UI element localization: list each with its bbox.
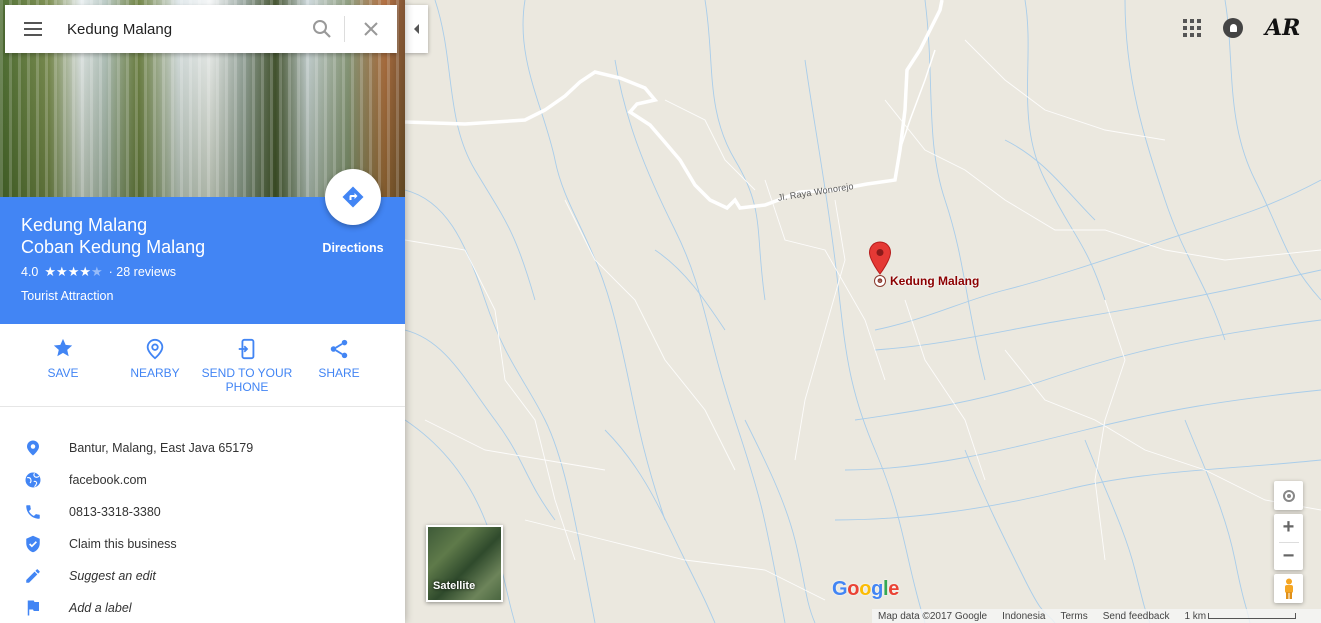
- map-canvas[interactable]: Jl. Raya Wonorejo ☻ Kedung Malang Satell…: [405, 0, 1321, 623]
- info-list: Bantur, Malang, East Java 65179 facebook…: [0, 432, 405, 623]
- suggest-edit-text: Suggest an edit: [69, 569, 156, 583]
- account-bar: AR: [1183, 14, 1300, 42]
- share-icon: [330, 339, 348, 359]
- send-to-phone-button[interactable]: SEND TO YOUR PHONE: [201, 337, 293, 394]
- notifications-icon[interactable]: [1223, 18, 1243, 38]
- zoom-out-button[interactable]: −: [1274, 543, 1303, 571]
- location-pin-icon: [27, 440, 39, 456]
- stars-filled: ★★★★: [44, 264, 92, 279]
- stars-empty: ★: [91, 264, 103, 279]
- search-icon: [313, 20, 331, 38]
- place-alt-name: Coban Kedung Malang: [21, 237, 206, 257]
- google-logo: Google: [832, 578, 899, 601]
- reviews-link[interactable]: · 28 reviews: [109, 265, 176, 279]
- logo-letter: o: [847, 578, 860, 600]
- send-feedback-link[interactable]: Send feedback: [1103, 611, 1170, 622]
- nearby-icon: [146, 338, 164, 360]
- terms-link[interactable]: Terms: [1061, 611, 1088, 622]
- save-label: SAVE: [47, 366, 79, 380]
- avatar[interactable]: AR: [1265, 14, 1300, 42]
- zoom-control: + −: [1274, 514, 1303, 570]
- map-marker-icon[interactable]: [868, 241, 892, 275]
- send-to-phone-label: SEND TO YOUR PHONE: [201, 366, 293, 394]
- my-location-icon: [1282, 489, 1295, 502]
- nearby-label: NEARBY: [130, 366, 180, 380]
- poi-icon[interactable]: ☻: [874, 275, 886, 287]
- zoom-in-button[interactable]: +: [1274, 514, 1303, 542]
- marker-label[interactable]: Kedung Malang: [890, 274, 979, 288]
- phone-number[interactable]: 0813-3318-3380: [69, 505, 161, 519]
- chevron-left-icon: [414, 24, 419, 34]
- phone-row[interactable]: 0813-3318-3380: [0, 496, 405, 528]
- map-streams-layer: [405, 0, 1321, 623]
- collapse-panel-button[interactable]: [405, 5, 428, 53]
- logo-letter: g: [871, 578, 884, 600]
- close-icon: [364, 22, 378, 36]
- satellite-toggle[interactable]: Satellite: [426, 525, 503, 602]
- add-label-row[interactable]: Add a label: [0, 592, 405, 623]
- share-label: SHARE: [318, 366, 360, 380]
- flag-icon: [27, 600, 39, 616]
- country-label: Indonesia: [1002, 610, 1046, 622]
- pegman-icon: [1284, 578, 1293, 599]
- suggest-edit-row[interactable]: Suggest an edit: [0, 560, 405, 592]
- menu-icon[interactable]: [5, 5, 61, 53]
- share-button[interactable]: SHARE: [293, 337, 385, 380]
- save-button[interactable]: SAVE: [17, 337, 109, 380]
- place-name: Kedung Malang: [21, 215, 148, 235]
- rating-value: 4.0: [21, 265, 39, 279]
- apps-grid-icon[interactable]: [1183, 19, 1201, 37]
- place-title: Kedung Malang Coban Kedung Malang: [21, 214, 205, 258]
- place-category[interactable]: Tourist Attraction: [21, 289, 113, 303]
- search-input[interactable]: [67, 5, 300, 53]
- map-data-attribution: Map data ©2017 Google: [878, 610, 988, 622]
- action-bar: SAVE NEARBY SEND TO YOUR PHONE SHARE: [0, 324, 405, 407]
- logo-letter: o: [859, 578, 872, 600]
- map-footer: Map data ©2017 Google Indonesia Terms Se…: [872, 609, 1321, 623]
- scale-line: [1208, 612, 1297, 619]
- place-panel: Kedung Malang Coban Kedung Malang 4.0 ★★…: [0, 0, 405, 623]
- street-view-pegman[interactable]: [1274, 574, 1303, 603]
- scale-bar[interactable]: 1 km: [1184, 611, 1311, 622]
- nearby-button[interactable]: NEARBY: [109, 337, 201, 380]
- pencil-icon: [26, 569, 40, 583]
- my-location-button[interactable]: [1274, 481, 1303, 510]
- maps-app: Jl. Raya Wonorejo ☻ Kedung Malang Satell…: [0, 0, 1321, 623]
- satellite-label: Satellite: [433, 580, 476, 592]
- star-rating: ★★★★★: [44, 264, 102, 280]
- logo-letter: G: [832, 578, 848, 600]
- claim-business-row[interactable]: Claim this business: [0, 528, 405, 560]
- address-row[interactable]: Bantur, Malang, East Java 65179: [0, 432, 405, 464]
- rating-row: 4.0 ★★★★★ · 28 reviews: [21, 264, 176, 280]
- directions-icon: [342, 186, 364, 208]
- globe-icon: [25, 472, 41, 488]
- star-icon: [53, 338, 73, 357]
- website-row[interactable]: facebook.com: [0, 464, 405, 496]
- directions-label[interactable]: Directions: [313, 241, 393, 255]
- clear-search-button[interactable]: [345, 5, 397, 53]
- claim-business-text: Claim this business: [69, 537, 177, 551]
- address-text: Bantur, Malang, East Java 65179: [69, 441, 254, 455]
- phone-icon: [26, 505, 40, 519]
- verified-shield-icon: [26, 535, 40, 553]
- scale-label: 1 km: [1184, 610, 1207, 622]
- add-label-text: Add a label: [69, 601, 132, 615]
- search-box: [5, 5, 397, 53]
- directions-button[interactable]: [325, 169, 381, 225]
- search-button[interactable]: [300, 5, 344, 53]
- send-to-phone-icon: [238, 338, 255, 360]
- logo-letter: e: [888, 578, 900, 600]
- website-link[interactable]: facebook.com: [69, 473, 147, 487]
